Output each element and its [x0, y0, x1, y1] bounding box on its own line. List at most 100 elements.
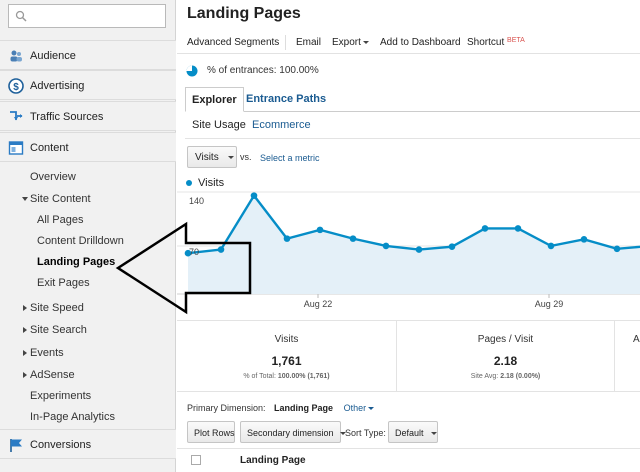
summary-truncated[interactable]: A: [615, 321, 640, 391]
sidebar-item-content[interactable]: Content: [0, 132, 176, 162]
tab-explorer[interactable]: Explorer: [185, 87, 244, 112]
sidebar-item-content-drilldown[interactable]: Content Drilldown: [37, 235, 124, 247]
data-point[interactable]: [415, 246, 423, 253]
sidebar-item-conversions[interactable]: Conversions: [0, 429, 176, 459]
primary-dimension-label: Primary Dimension:: [187, 403, 266, 413]
toolbar: Advanced Segments Email Export Add to Da…: [177, 30, 640, 54]
x-tick-label: Aug 29: [535, 299, 564, 309]
content-page-icon: [8, 141, 24, 155]
summary-subtext: Site Avg: 2.18 (0.00%): [397, 373, 614, 380]
segment-label: % of entrances: 100.00%: [207, 65, 319, 76]
data-point[interactable]: [316, 226, 324, 234]
select-all-checkbox[interactable]: [191, 455, 201, 465]
summary-name: Visits: [274, 334, 299, 345]
data-point[interactable]: [382, 242, 390, 250]
caret-down-icon: [227, 155, 234, 159]
summary-sub-label: % of Total:: [243, 373, 276, 380]
segment-pie-icon: [186, 65, 198, 77]
metric-select-value: Visits: [195, 152, 219, 163]
explorer-subtabs: Site Usage Ecommerce: [185, 112, 640, 139]
primary-dimension-bar: Primary Dimension: Landing Page Other: [187, 403, 375, 413]
summary-name: Pages / Visit: [477, 334, 534, 345]
series-area-visits: [188, 195, 640, 294]
flag-icon: [10, 439, 22, 452]
chevron-right-icon: [23, 350, 27, 356]
data-point[interactable]: [613, 245, 621, 253]
summary-visits[interactable]: Visits 1,761 % of Total: 100.00% (1,761): [177, 321, 397, 391]
summary-scorecard: Visits 1,761 % of Total: 100.00% (1,761)…: [177, 320, 640, 392]
shortcut-label: Shortcut: [467, 37, 505, 48]
main-content: Landing Pages Advanced Segments Email Ex…: [177, 0, 640, 472]
traffic-arrow-icon: [10, 111, 23, 121]
sidebar-item-experiments[interactable]: Experiments: [30, 390, 91, 402]
sidebar-item-landing-pages[interactable]: Landing Pages: [37, 256, 115, 268]
sidebar-item-site-search[interactable]: Site Search: [30, 324, 87, 336]
data-point[interactable]: [481, 225, 489, 232]
export-label: Export: [332, 37, 361, 48]
sidebar-item-audience[interactable]: Audience: [0, 40, 176, 70]
sidebar-item-events[interactable]: Events: [30, 347, 64, 359]
other-dimension-link[interactable]: Other: [344, 403, 375, 413]
sidebar-item-site-speed[interactable]: Site Speed: [30, 302, 84, 314]
secondary-dimension-select[interactable]: Secondary dimension: [240, 421, 347, 443]
column-header-landing-page[interactable]: Landing Page: [240, 455, 306, 466]
data-point[interactable]: [514, 225, 522, 232]
dollar-icon: $: [8, 78, 24, 94]
data-point[interactable]: [349, 235, 357, 242]
sidebar-item-in-page-analytics[interactable]: In-Page Analytics: [30, 411, 115, 423]
data-point[interactable]: [580, 236, 588, 243]
sidebar-item-traffic-sources[interactable]: Traffic Sources: [0, 101, 176, 131]
secondary-dimension-label: Secondary dimension: [247, 428, 334, 438]
chevron-right-icon: [23, 327, 27, 333]
sidebar-item-overview[interactable]: Overview: [30, 171, 76, 183]
sort-type-value: Default: [395, 428, 424, 438]
add-to-dashboard-button[interactable]: Add to Dashboard: [380, 37, 461, 48]
subtab-ecommerce[interactable]: Ecommerce: [252, 119, 311, 131]
plot-rows-button[interactable]: Plot Rows: [187, 421, 235, 443]
people-icon: [10, 50, 22, 62]
data-point[interactable]: [283, 235, 291, 242]
data-point[interactable]: [448, 243, 456, 250]
data-point[interactable]: [547, 242, 555, 250]
email-button[interactable]: Email: [296, 37, 321, 48]
chevron-right-icon: [23, 372, 27, 378]
summary-subtext: % of Total: 100.00% (1,761): [177, 373, 396, 380]
sidebar-item-exit-pages[interactable]: Exit Pages: [37, 277, 90, 289]
vs-label: vs.: [240, 152, 252, 162]
sort-type-select[interactable]: Default: [388, 421, 438, 443]
select-metric-link[interactable]: Select a metric: [260, 153, 320, 163]
beta-badge: BETA: [507, 37, 525, 44]
data-point[interactable]: [217, 246, 225, 253]
sidebar-item-label: Advertising: [30, 80, 85, 92]
page-title: Landing Pages: [187, 5, 301, 22]
toolbar-divider: [285, 35, 286, 50]
export-button[interactable]: Export: [332, 37, 369, 48]
sort-type-label: Sort Type:: [345, 428, 386, 438]
shortcut-button[interactable]: Shortcut BETA: [467, 37, 525, 48]
caret-down-icon: [431, 432, 438, 436]
summary-pages-per-visit[interactable]: Pages / Visit 2.18 Site Avg: 2.18 (0.00%…: [397, 321, 615, 391]
advanced-segments-button[interactable]: Advanced Segments: [187, 37, 279, 48]
y-tick-label: 140: [189, 196, 204, 206]
sidebar-item-advertising[interactable]: $ Advertising: [0, 70, 176, 100]
primary-dimension-value[interactable]: Landing Page: [274, 403, 333, 413]
search-input[interactable]: [8, 4, 166, 28]
svg-text:$: $: [13, 82, 19, 93]
data-point[interactable]: [250, 192, 258, 199]
sidebar-item-label: Conversions: [30, 439, 92, 451]
legend-marker: [186, 180, 192, 186]
chevron-down-icon: [22, 197, 28, 201]
sidebar-item-adsense[interactable]: AdSense: [30, 369, 75, 381]
sidebar-item-site-content[interactable]: Site Content: [30, 193, 91, 205]
caret-down-icon: [368, 407, 375, 411]
y-tick-label: 70: [189, 247, 199, 257]
sidebar-item-label: Content: [30, 142, 69, 154]
metric-select[interactable]: Visits: [187, 146, 237, 168]
subtab-site-usage[interactable]: Site Usage: [192, 119, 246, 131]
caret-down-icon: [362, 40, 369, 44]
tab-entrance-paths[interactable]: Entrance Paths: [240, 87, 332, 112]
report-tabs: Explorer Entrance Paths: [185, 87, 640, 112]
summary-value: 2.18: [493, 354, 518, 368]
search-icon: [15, 10, 27, 22]
sidebar-item-all-pages[interactable]: All Pages: [37, 214, 83, 226]
